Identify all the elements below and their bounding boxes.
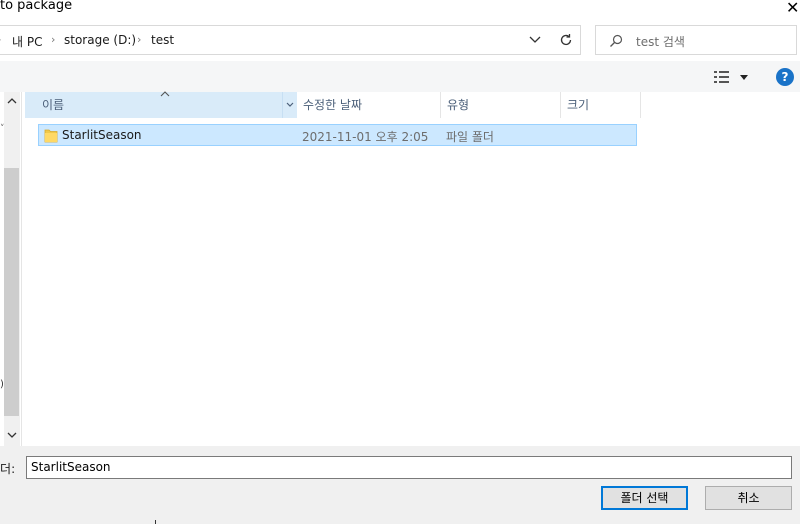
folder-name-input[interactable]: StarlitSeason [26, 456, 792, 479]
window-title: to package [0, 0, 73, 13]
change-view-button[interactable] [712, 68, 752, 86]
resize-mark [155, 520, 156, 524]
chevron-down-icon[interactable] [528, 32, 542, 46]
refresh-button[interactable] [551, 25, 581, 55]
address-bar[interactable]: › 내 PC › storage (D:) › test [0, 25, 552, 55]
close-button[interactable]: ✕ [786, 0, 799, 17]
column-header-label: 유형 [447, 98, 470, 112]
column-header-type[interactable]: 유형 [441, 92, 561, 118]
column-header-label: 이름 [42, 98, 65, 112]
refresh-icon [560, 34, 571, 46]
select-folder-button[interactable]: 폴더 선택 [601, 486, 688, 510]
search-input[interactable]: test 검색 [595, 25, 797, 55]
breadcrumb-item-storage[interactable]: storage (D:) [64, 33, 136, 47]
column-filter-button[interactable] [282, 92, 296, 118]
navigation-pane[interactable]: ˅ ) [0, 92, 22, 446]
column-header-date-modified[interactable]: 수정한 날짜 [297, 92, 441, 118]
column-header-label: 수정한 날짜 [303, 98, 363, 112]
chevron-right-icon: › [0, 33, 1, 46]
search-placeholder: test 검색 [636, 35, 685, 49]
nav-item-fragment: ) [0, 379, 4, 390]
folder-icon [44, 129, 58, 143]
chevron-right-icon[interactable]: › [137, 33, 141, 46]
column-header-label: 크기 [567, 98, 590, 112]
folder-field-label: 폴더: [0, 462, 16, 476]
file-date-modified: 2021-11-01 오후 2:05 [302, 130, 429, 144]
table-row[interactable]: StarlitSeason 2021-11-01 오후 2:05 파일 폴더 [38, 124, 637, 146]
sort-ascending-icon [160, 91, 170, 97]
dialog-footer: 폴더: StarlitSeason 폴더 선택 취소 [0, 446, 800, 524]
chevron-down-icon [286, 102, 294, 107]
command-bar: ? [0, 61, 800, 92]
file-type: 파일 폴더 [446, 130, 494, 144]
nav-scrollbar-thumb[interactable] [4, 168, 19, 416]
chevron-up-icon[interactable] [6, 96, 18, 106]
breadcrumb-item-this-pc[interactable]: 내 PC [12, 33, 42, 50]
chevron-right-icon[interactable]: › [51, 33, 55, 46]
cancel-button[interactable]: 취소 [705, 486, 792, 510]
help-button[interactable]: ? [776, 68, 794, 86]
search-icon [610, 34, 623, 47]
caret-down-icon [740, 75, 748, 80]
file-name: StarlitSeason [62, 128, 142, 142]
chevron-down-icon[interactable] [6, 430, 18, 440]
nav-item-arrow-icon: ˅ [0, 124, 5, 134]
column-divider[interactable] [640, 92, 641, 118]
breadcrumb-item-test[interactable]: test [151, 33, 174, 47]
column-header-size[interactable]: 크기 [561, 92, 641, 118]
file-list[interactable]: 이름 수정한 날짜 유형 크기 StarlitSeason 2021-11-01… [23, 91, 800, 446]
